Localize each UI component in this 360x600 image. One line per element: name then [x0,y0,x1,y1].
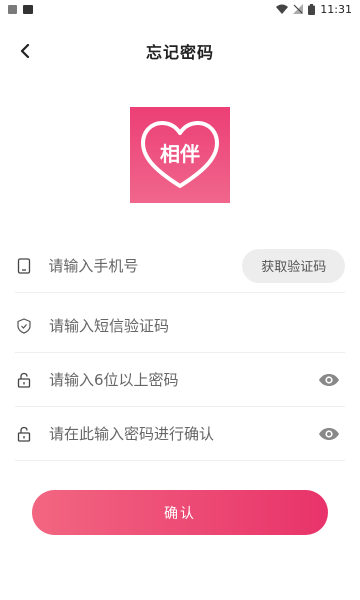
confirm-password-input[interactable] [33,407,317,460]
phone-icon [15,257,32,275]
page-title: 忘记密码 [145,43,214,62]
heart-logo-icon: 相伴 [141,121,219,188]
app-logo: 相伴 [130,107,230,203]
show-confirm-password-toggle[interactable] [317,422,341,446]
eye-icon [319,427,339,440]
phone-input[interactable] [32,239,243,292]
lock-icon [15,371,33,389]
notification-icon [8,4,17,14]
sd-card-icon [23,4,33,14]
shield-icon [15,317,33,335]
back-arrow-icon [20,44,30,58]
lock-icon [15,425,33,443]
battery-icon [308,3,316,15]
nav-bar: 忘记密码 [0,34,360,68]
status-time: 11:31 [320,2,352,16]
password-input[interactable] [33,353,317,406]
sms-code-row [15,299,345,353]
phone-row: 获取验证码 [15,239,345,293]
wifi-icon [276,4,289,14]
no-signal-icon [293,4,304,14]
status-right: 11:31 [276,3,352,16]
show-password-toggle[interactable] [317,368,341,392]
confirm-password-row [15,407,345,461]
sms-code-input[interactable] [33,299,345,352]
status-bar: 11:31 [0,0,360,18]
confirm-button[interactable]: 确认 [32,490,328,535]
eye-icon [319,373,339,386]
password-row [15,353,345,407]
status-left [8,4,33,14]
logo-text: 相伴 [160,142,200,166]
get-code-button[interactable]: 获取验证码 [242,248,345,283]
back-button[interactable] [10,36,40,66]
